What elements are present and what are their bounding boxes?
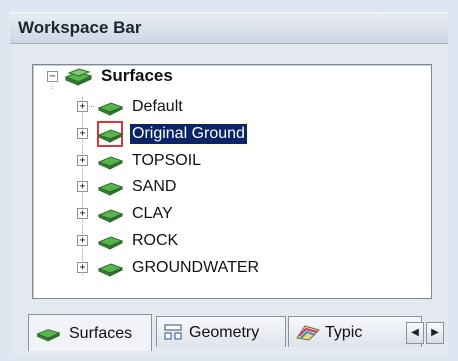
expand-toggle[interactable]: +: [77, 101, 88, 112]
tree-item-label[interactable]: SAND: [132, 177, 176, 197]
tab-typical[interactable]: Typic: [288, 316, 422, 347]
workspace-bar-window: Workspace Bar − Surfaces + Default + Origin…: [0, 0, 458, 361]
workspace-bar-titlebar[interactable]: Workspace Bar: [10, 12, 448, 44]
tab-label-typical: Typic: [325, 324, 363, 341]
surface-icon: [97, 209, 124, 223]
expand-toggle[interactable]: +: [77, 127, 88, 139]
surfaces-icon: [64, 68, 93, 86]
tree-item-label[interactable]: GROUNDWATER: [132, 258, 259, 278]
expand-toggle[interactable]: +: [77, 181, 88, 193]
surface-icon: [97, 263, 124, 277]
tab-scroll-right-button[interactable]: ▶: [426, 322, 444, 344]
tree-item-label[interactable]: Original Ground: [129, 122, 248, 145]
tree-line: [52, 86, 53, 89]
tree-root-label[interactable]: Surfaces: [101, 66, 173, 86]
surface-icon: [97, 102, 124, 116]
tab-label-surfaces: Surfaces: [69, 325, 133, 342]
tab-geometry[interactable]: Geometry: [156, 316, 286, 347]
tab-label-geometry: Geometry: [189, 324, 260, 341]
tab-scroll-left-button[interactable]: ◀: [406, 322, 424, 344]
workspace-tabs: Surfaces Geometry Typic ◀ ▶: [28, 314, 448, 352]
collapse-root-toggle[interactable]: −: [47, 71, 58, 82]
surfaces-icon: [36, 329, 61, 342]
typical-icon: [296, 325, 320, 341]
expand-toggle[interactable]: +: [77, 208, 88, 220]
surface-icon: [97, 129, 124, 143]
tree-item-label[interactable]: TOPSOIL: [132, 151, 201, 171]
expand-toggle[interactable]: +: [77, 154, 88, 166]
expand-toggle[interactable]: +: [77, 261, 88, 273]
tree-item-label[interactable]: Default: [132, 97, 183, 117]
surface-icon: [97, 236, 124, 250]
workspace-panel: − Surfaces + Default + Original Ground + TOPS…: [10, 44, 448, 356]
surface-icon: [97, 182, 124, 197]
tree-item-label[interactable]: CLAY: [132, 204, 173, 224]
panel-title: Workspace Bar: [18, 18, 142, 37]
expand-toggle[interactable]: +: [77, 235, 88, 246]
geometry-icon: [164, 324, 182, 340]
tree-item-label[interactable]: ROCK: [132, 231, 178, 251]
surface-tree[interactable]: − Surfaces + Default + Original Ground + TOPS…: [32, 64, 432, 299]
surface-icon: [97, 156, 124, 170]
tab-surfaces[interactable]: Surfaces: [28, 314, 152, 351]
